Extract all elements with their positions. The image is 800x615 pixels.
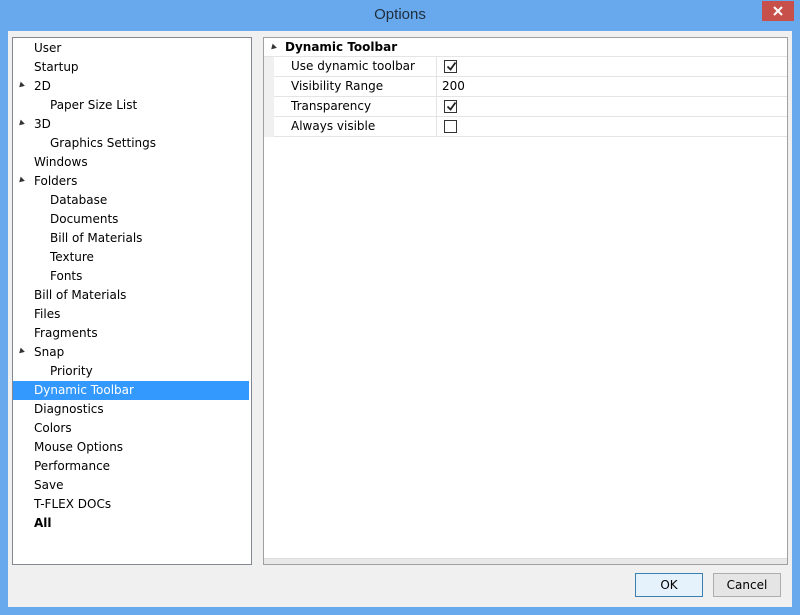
- tree-item-label: Startup: [34, 60, 79, 74]
- tree-item-label: Priority: [50, 364, 93, 378]
- tree-item-label: Fragments: [34, 326, 98, 340]
- expand-arrow-icon[interactable]: [17, 176, 25, 185]
- options-window: Options User Startup 2D Paper Size List 3D Gr…: [0, 0, 800, 615]
- expand-arrow-icon[interactable]: [17, 81, 25, 90]
- tree-item-label: Texture: [50, 250, 94, 264]
- tree-item-label: Save: [34, 478, 64, 492]
- property-row[interactable]: Always visible: [264, 117, 787, 137]
- tree-item-label: Bill of Materials: [34, 288, 127, 302]
- tree-item[interactable]: Folders: [13, 172, 249, 191]
- cancel-button[interactable]: Cancel: [713, 573, 781, 597]
- tree-item[interactable]: Documents: [13, 210, 249, 229]
- tree-item[interactable]: Snap: [13, 343, 249, 362]
- tree-item[interactable]: Performance: [13, 457, 249, 476]
- row-gutter: [264, 117, 274, 137]
- expand-arrow-icon[interactable]: [17, 119, 25, 128]
- tree-item[interactable]: Files: [13, 305, 249, 324]
- property-row[interactable]: Visibility Range 200: [264, 77, 787, 97]
- property-row[interactable]: Use dynamic toolbar: [264, 57, 787, 77]
- tree-item-label: Windows: [34, 155, 88, 169]
- dialog-client: User Startup 2D Paper Size List 3D Graphics S…: [8, 31, 792, 607]
- tree-item-label: Files: [34, 307, 61, 321]
- close-button[interactable]: [762, 1, 794, 21]
- row-gutter: [264, 77, 274, 97]
- property-checkbox[interactable]: [444, 60, 457, 73]
- tree-item[interactable]: Priority: [13, 362, 249, 381]
- property-category[interactable]: Dynamic Toolbar: [264, 38, 787, 57]
- tree-item[interactable]: 2D: [13, 77, 249, 96]
- tree-item-label: Bill of Materials: [50, 231, 143, 245]
- tree-item[interactable]: Fonts: [13, 267, 249, 286]
- category-label: Dynamic Toolbar: [285, 40, 398, 54]
- tree-item[interactable]: Startup: [13, 58, 249, 77]
- tree-item[interactable]: Dynamic Toolbar: [13, 381, 249, 400]
- tree-item[interactable]: Colors: [13, 419, 249, 438]
- property-name: Visibility Range: [274, 77, 437, 97]
- tree-item-label: 3D: [34, 117, 51, 131]
- tree-item-label: Fonts: [50, 269, 83, 283]
- property-value[interactable]: [437, 57, 787, 77]
- tree-item[interactable]: Mouse Options: [13, 438, 249, 457]
- tree-item[interactable]: User: [13, 39, 249, 58]
- property-value[interactable]: 200: [437, 77, 787, 97]
- tree-item-label: Mouse Options: [34, 440, 124, 454]
- tree-item[interactable]: 3D: [13, 115, 249, 134]
- horizontal-scrollbar[interactable]: [264, 558, 787, 564]
- tree-item-label: All: [34, 516, 52, 530]
- options-tree[interactable]: User Startup 2D Paper Size List 3D Graphics S…: [12, 37, 252, 565]
- ok-button[interactable]: OK: [635, 573, 703, 597]
- tree-item[interactable]: Graphics Settings: [13, 134, 249, 153]
- window-title: Options: [374, 6, 426, 23]
- tree-item-label: Performance: [34, 459, 111, 473]
- property-checkbox[interactable]: [444, 100, 457, 113]
- tree-item[interactable]: Fragments: [13, 324, 249, 343]
- tree-item-label: Dynamic Toolbar: [34, 383, 134, 397]
- tree-item[interactable]: Save: [13, 476, 249, 495]
- property-grid: Dynamic Toolbar Use dynamic toolbar Visib…: [263, 37, 788, 565]
- expand-arrow-icon[interactable]: [17, 347, 25, 356]
- tree-item[interactable]: Diagnostics: [13, 400, 249, 419]
- tree-item[interactable]: Texture: [13, 248, 249, 267]
- tree-item-label: Diagnostics: [34, 402, 104, 416]
- checkmark-icon: [446, 101, 457, 111]
- tree-item[interactable]: All: [13, 514, 249, 533]
- tree-item[interactable]: Windows: [13, 153, 249, 172]
- tree-item[interactable]: Paper Size List: [13, 96, 249, 115]
- tree-item-label: Paper Size List: [50, 98, 138, 112]
- tree-item-label: Folders: [34, 174, 78, 188]
- property-row[interactable]: Transparency: [264, 97, 787, 117]
- tree-item-label: Snap: [34, 345, 65, 359]
- tree-item[interactable]: Database: [13, 191, 249, 210]
- row-gutter: [264, 57, 274, 77]
- collapse-arrow-icon[interactable]: [269, 43, 277, 52]
- property-checkbox[interactable]: [444, 120, 457, 133]
- tree-item[interactable]: Bill of Materials: [13, 229, 249, 248]
- property-name: Use dynamic toolbar: [274, 57, 437, 77]
- tree-item-label: User: [34, 41, 62, 55]
- close-icon: [773, 6, 783, 16]
- property-value[interactable]: [437, 117, 787, 137]
- tree-item-label: Colors: [34, 421, 72, 435]
- tree-item-label: 2D: [34, 79, 51, 93]
- row-gutter: [264, 97, 274, 117]
- property-value[interactable]: [437, 97, 787, 117]
- tree-item-label: T-FLEX DOCs: [34, 497, 112, 511]
- tree-item[interactable]: T-FLEX DOCs: [13, 495, 249, 514]
- tree-item-label: Documents: [50, 212, 119, 226]
- tree-item-label: Graphics Settings: [50, 136, 157, 150]
- property-name: Transparency: [274, 97, 437, 117]
- title-bar[interactable]: Options: [0, 0, 800, 31]
- property-name: Always visible: [274, 117, 437, 137]
- checkmark-icon: [446, 61, 457, 71]
- tree-item[interactable]: Bill of Materials: [13, 286, 249, 305]
- tree-item-label: Database: [50, 193, 108, 207]
